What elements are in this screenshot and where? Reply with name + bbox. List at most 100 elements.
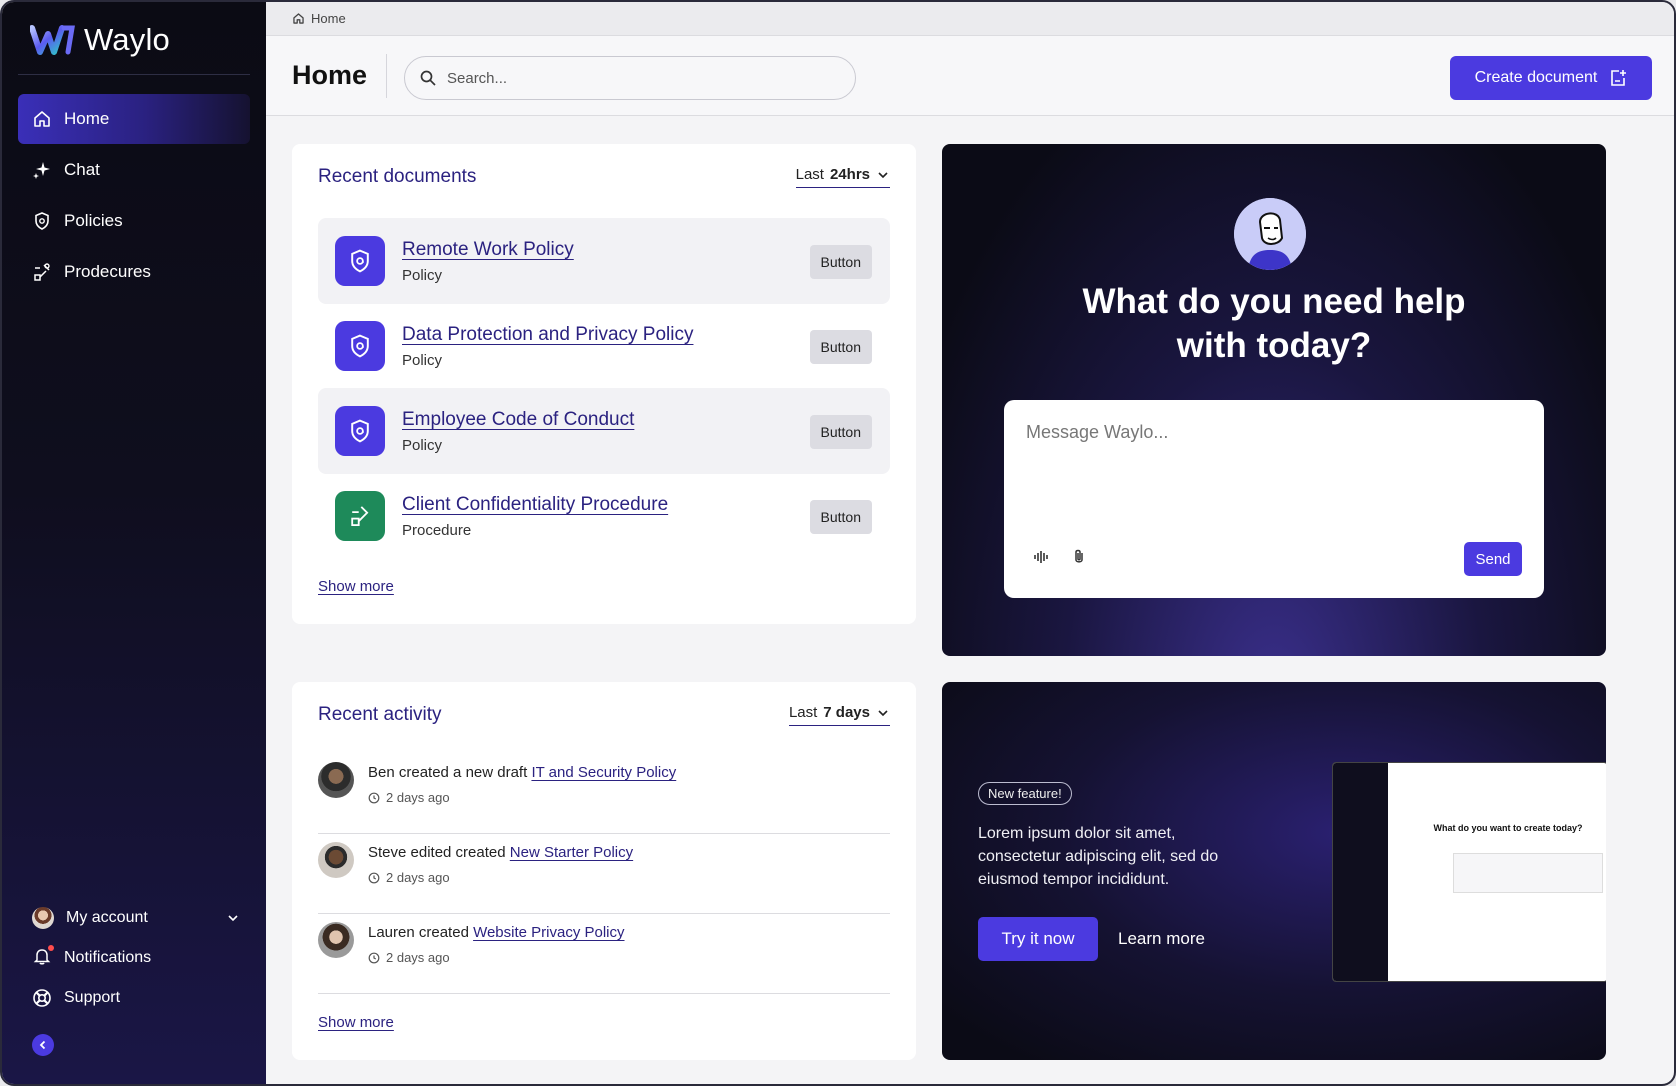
policy-icon bbox=[335, 406, 385, 456]
message-input[interactable] bbox=[1026, 422, 1522, 522]
notifications-label: Notifications bbox=[64, 949, 152, 966]
notifications-link[interactable]: Notifications bbox=[18, 938, 250, 978]
document-link[interactable]: Data Protection and Privacy Policy bbox=[402, 324, 693, 346]
recent-documents-title: Recent documents bbox=[318, 166, 477, 187]
chevron-left-icon bbox=[39, 1040, 46, 1050]
avatar bbox=[32, 907, 54, 929]
filter-prefix: Last bbox=[788, 704, 818, 721]
preview-title: What do you want to create today? bbox=[1433, 823, 1583, 833]
clock-icon bbox=[368, 952, 380, 963]
waylo-logo-icon bbox=[30, 25, 75, 55]
filter-value: 7 days bbox=[823, 704, 870, 721]
send-button[interactable]: Send bbox=[1464, 542, 1522, 576]
recent-activity-title: Recent activity bbox=[318, 704, 442, 725]
sidebar-item-label: Prodecures bbox=[64, 262, 151, 281]
filter-prefix: Last bbox=[795, 166, 824, 183]
feature-preview-image: What do you want to create today? bbox=[1332, 762, 1606, 982]
document-action-button[interactable]: Button bbox=[809, 500, 872, 534]
new-feature-badge: New feature! bbox=[978, 782, 1072, 805]
document-action-button[interactable]: Button bbox=[809, 415, 872, 449]
document-link[interactable]: Client Confidentiality Procedure bbox=[402, 494, 668, 516]
new-feature-panel: New feature! Lorem ipsum dolor sit amet,… bbox=[942, 682, 1606, 1060]
home-icon bbox=[293, 13, 304, 24]
document-link[interactable]: Remote Work Policy bbox=[402, 239, 574, 261]
activity-row: Ben created a new draft IT and Security … bbox=[318, 754, 890, 834]
recent-documents-card: Recent documents Last 24hrs Remote Work … bbox=[292, 144, 916, 624]
sidebar-item-home[interactable]: Home bbox=[18, 94, 250, 144]
document-type: Policy bbox=[402, 266, 443, 284]
activity-time-label: 2 days ago bbox=[386, 790, 450, 805]
main-content: Home Home Create document Recent documen… bbox=[266, 2, 1674, 1084]
sidebar-item-procedures[interactable]: Prodecures bbox=[18, 247, 250, 297]
filter-value: 24hrs bbox=[829, 166, 870, 183]
create-document-button[interactable]: Create document bbox=[1450, 56, 1652, 100]
document-row[interactable]: Data Protection and Privacy Policy Polic… bbox=[318, 303, 890, 389]
activity-text: Lauren created Website Privacy Policy bbox=[368, 924, 625, 941]
new-document-icon bbox=[1611, 70, 1627, 86]
page-title: Home bbox=[292, 60, 368, 90]
activity-time-label: 2 days ago bbox=[386, 950, 450, 965]
recent-documents-filter[interactable]: Last 24hrs bbox=[795, 166, 890, 188]
message-composer: Send bbox=[1004, 400, 1544, 598]
sidebar-item-policies[interactable]: Policies bbox=[18, 196, 250, 246]
activity-text: Ben created a new draft IT and Security … bbox=[368, 764, 676, 781]
document-link[interactable]: Employee Code of Conduct bbox=[402, 409, 634, 431]
breadcrumb-home[interactable]: Home bbox=[311, 11, 346, 26]
search-bar[interactable] bbox=[404, 56, 856, 100]
document-row[interactable]: Client Confidentiality Procedure Procedu… bbox=[318, 473, 890, 559]
support-link[interactable]: Support bbox=[18, 978, 250, 1018]
assistant-avatar bbox=[1234, 198, 1306, 270]
activity-row: Lauren created Website Privacy Policy 2 … bbox=[318, 914, 890, 994]
document-row[interactable]: Remote Work Policy Policy Button bbox=[318, 218, 890, 304]
procedure-icon bbox=[34, 263, 50, 281]
header-divider bbox=[386, 54, 387, 98]
logo[interactable]: Waylo bbox=[30, 22, 170, 58]
search-icon bbox=[420, 70, 436, 86]
app-window: Waylo Home Chat Policies Prodecures My a… bbox=[0, 0, 1676, 1086]
sidebar-item-label: Home bbox=[64, 109, 110, 128]
bell-icon bbox=[32, 944, 54, 971]
activity-document-link[interactable]: New Starter Policy bbox=[510, 844, 633, 861]
my-account-menu[interactable]: My account bbox=[18, 898, 250, 938]
voice-icon[interactable] bbox=[1032, 548, 1050, 566]
create-document-label: Create document bbox=[1474, 69, 1598, 86]
my-account-label: My account bbox=[66, 909, 148, 926]
paperclip-icon[interactable] bbox=[1070, 548, 1088, 566]
document-action-button[interactable]: Button bbox=[809, 245, 872, 279]
sidebar-item-chat[interactable]: Chat bbox=[18, 145, 250, 195]
home-icon bbox=[34, 111, 50, 127]
document-row[interactable]: Employee Code of Conduct Policy Button bbox=[318, 388, 890, 474]
collapse-sidebar-button[interactable] bbox=[32, 1034, 54, 1056]
chevron-down-icon bbox=[878, 171, 888, 178]
shield-icon bbox=[35, 212, 49, 230]
avatar bbox=[318, 842, 354, 878]
document-type: Procedure bbox=[402, 521, 472, 539]
try-it-now-button[interactable]: Try it now bbox=[978, 917, 1098, 961]
show-more-activity-link[interactable]: Show more bbox=[318, 1014, 394, 1031]
preview-sidebar bbox=[1333, 763, 1388, 981]
activity-description: Lauren created bbox=[368, 924, 469, 941]
activity-row: Steve edited created New Starter Policy … bbox=[318, 834, 890, 914]
policy-icon bbox=[335, 236, 385, 286]
help-heading-line1: What do you need help bbox=[1082, 282, 1466, 321]
activity-time: 2 days ago bbox=[368, 870, 450, 885]
sparkle-icon bbox=[33, 162, 50, 179]
recent-activity-filter[interactable]: Last 7 days bbox=[788, 704, 890, 726]
activity-document-link[interactable]: Website Privacy Policy bbox=[473, 924, 624, 941]
activity-document-link[interactable]: IT and Security Policy bbox=[531, 764, 676, 781]
activity-text: Steve edited created New Starter Policy bbox=[368, 844, 633, 861]
help-heading-line2: with today? bbox=[1176, 326, 1372, 365]
sidebar-item-label: Chat bbox=[64, 160, 100, 179]
support-label: Support bbox=[64, 989, 121, 1006]
learn-more-button[interactable]: Learn more bbox=[1118, 917, 1205, 961]
clock-icon bbox=[368, 792, 380, 803]
search-input[interactable] bbox=[447, 69, 827, 87]
document-action-button[interactable]: Button bbox=[809, 330, 872, 364]
sidebar-nav: Home Chat Policies Prodecures bbox=[18, 94, 250, 298]
activity-time-label: 2 days ago bbox=[386, 870, 450, 885]
policy-icon bbox=[335, 321, 385, 371]
procedure-icon bbox=[335, 491, 385, 541]
sidebar-divider bbox=[18, 74, 250, 75]
activity-time: 2 days ago bbox=[368, 790, 450, 805]
show-more-documents-link[interactable]: Show more bbox=[318, 578, 394, 595]
